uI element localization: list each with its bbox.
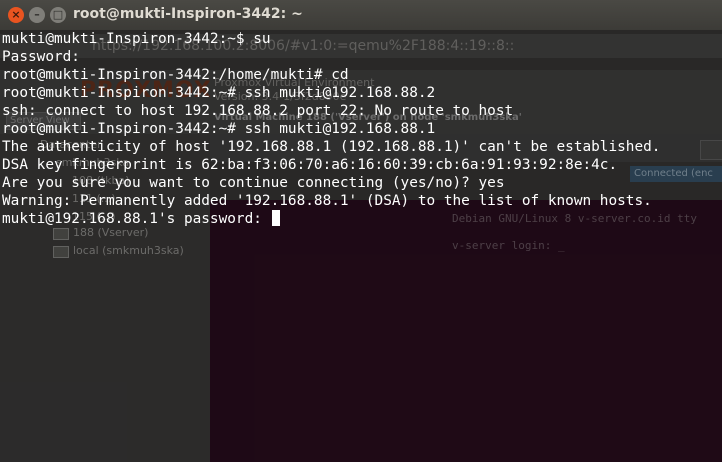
terminal-line: mukti@mukti-Inspiron-3442:~$ su [2,31,271,47]
maximize-icon: □ [52,8,64,21]
text-cursor [271,210,280,226]
minimize-button[interactable]: – [29,7,45,23]
terminal-line: Warning: Permanently added '192.168.88.1… [2,193,652,209]
terminal-line: Are you sure you want to continue connec… [2,175,505,191]
title-bar[interactable]: × – □ root@mukti-Inspiron-3442: ~ [0,0,722,30]
window-title: root@mukti-Inspiron-3442: ~ [73,6,303,22]
terminal-line: root@mukti-Inspiron-3442:/home/mukti# cd [2,67,349,83]
terminal-prompt-line[interactable]: mukti@192.168.88.1's password: [2,210,280,228]
terminal-line: root@mukti-Inspiron-3442:~# ssh mukti@19… [2,121,436,137]
close-button[interactable]: × [8,7,24,23]
terminal-line: ssh: connect to host 192.168.88.2 port 2… [2,103,514,119]
terminal-window: × – □ root@mukti-Inspiron-3442: ~ https:… [0,0,722,462]
minimize-icon: – [34,8,40,21]
terminal-line: Password: [2,49,80,65]
close-icon: × [11,8,21,21]
terminal-line: root@mukti-Inspiron-3442:~# ssh mukti@19… [2,85,436,101]
terminal-line: DSA key fingerprint is 62:ba:f3:06:70:a6… [2,157,618,173]
password-prompt: mukti@192.168.88.1's password: [2,211,271,227]
terminal-line: The authenticity of host '192.168.88.1 (… [2,139,661,155]
maximize-button[interactable]: □ [50,7,66,23]
terminal-area[interactable]: mukti@mukti-Inspiron-3442:~$ su Password… [0,30,722,462]
